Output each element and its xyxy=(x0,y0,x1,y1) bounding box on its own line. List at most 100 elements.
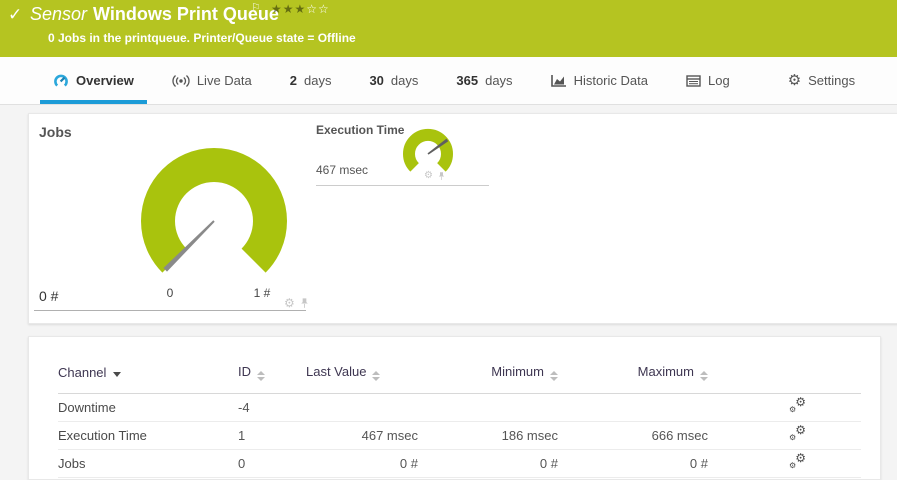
spacer-cell xyxy=(806,450,861,478)
gear-icon: ⚙ xyxy=(789,462,796,470)
tab-prefix: 2 xyxy=(290,73,297,88)
tab-label: Log xyxy=(708,73,730,88)
column-label: Channel xyxy=(58,365,106,380)
sort-icon xyxy=(257,371,265,381)
gear-icon: ⚙ xyxy=(795,452,806,464)
divider xyxy=(34,310,306,311)
gear-icon: ⚙ xyxy=(789,406,796,414)
execution-time-current-value: 467 msec xyxy=(316,163,368,177)
tab-settings[interactable]: ⚙ Settings xyxy=(775,57,868,104)
tab-label: Historic Data xyxy=(574,73,648,88)
channel-settings-gears-icon[interactable]: ⚙ ⚙ xyxy=(788,427,806,442)
column-header-id[interactable]: ID xyxy=(238,351,306,394)
tab-label: Live Data xyxy=(197,73,252,88)
gear-icon: ⚙ xyxy=(795,424,806,436)
area-chart-icon xyxy=(551,74,567,88)
sensor-type-label: Sensor xyxy=(30,4,87,24)
column-header-last-value[interactable]: Last Value xyxy=(306,351,426,394)
tab-log[interactable]: Log xyxy=(673,57,743,104)
tab-historic-data[interactable]: Historic Data xyxy=(538,57,661,104)
channel-settings-cell: ⚙ ⚙ xyxy=(716,394,806,422)
gear-icon[interactable]: ⚙ xyxy=(424,171,433,181)
pin-icon[interactable] xyxy=(437,171,446,181)
tab-prefix: 365 xyxy=(456,73,478,88)
tab-2-days[interactable]: 2 days xyxy=(277,57,345,104)
sensor-header: ✓ SensorWindows Print Queue ⚐ ★★★☆☆ 0 Jo… xyxy=(0,0,897,57)
channel-maximum xyxy=(566,394,716,422)
jobs-gauge-controls: ⚙ xyxy=(284,297,310,309)
tab-overview[interactable]: Overview xyxy=(40,57,147,104)
spacer-cell xyxy=(806,422,861,450)
table-header-row: Channel ID Last Value Minimum Maximum xyxy=(58,351,861,394)
tab-365-days[interactable]: 365 days xyxy=(443,57,525,104)
gear-icon[interactable]: ⚙ xyxy=(284,297,295,309)
jobs-gauge-title: Jobs xyxy=(39,124,72,140)
gear-icon: ⚙ xyxy=(795,396,806,408)
sorted-desc-icon xyxy=(113,372,121,377)
log-list-icon xyxy=(686,75,701,87)
channel-settings-cell: ⚙ ⚙ xyxy=(716,450,806,478)
column-label: Minimum xyxy=(491,364,544,379)
execution-time-gauge-title: Execution Time xyxy=(316,123,404,137)
jobs-gauge-max-label: 1 # xyxy=(248,286,276,300)
jobs-gauge xyxy=(114,121,314,321)
status-ok-check-icon: ✓ xyxy=(8,5,22,25)
tab-label: Overview xyxy=(76,73,134,88)
channel-maximum: 0 # xyxy=(566,450,716,478)
column-header-spacer xyxy=(806,351,861,394)
sensor-title-line: SensorWindows Print Queue xyxy=(30,4,279,25)
tab-bar: Overview Live Data 2 days 30 days 365 da… xyxy=(0,57,897,105)
gauge-icon xyxy=(53,73,69,89)
tab-30-days[interactable]: 30 days xyxy=(356,57,431,104)
channel-id: 1 xyxy=(238,422,306,450)
gear-icon: ⚙ xyxy=(788,73,801,88)
column-header-channel[interactable]: Channel xyxy=(58,351,238,394)
sort-icon xyxy=(700,371,708,381)
channel-maximum: 666 msec xyxy=(566,422,716,450)
channel-minimum xyxy=(426,394,566,422)
flag-icon: ⚐ xyxy=(251,1,261,14)
table-row-jobs[interactable]: Jobs 0 0 # 0 # 0 # ⚙ ⚙ xyxy=(58,450,861,478)
divider xyxy=(316,185,489,186)
channel-name: Jobs xyxy=(58,450,238,478)
tab-prefix: 30 xyxy=(369,73,383,88)
content-area: Jobs 0 1 # 0 # ⚙ Execution Time 467 msec… xyxy=(0,105,897,478)
sensor-status-message: 0 Jobs in the printqueue. Printer/Queue … xyxy=(48,31,356,45)
jobs-current-value: 0 # xyxy=(39,288,58,304)
channel-name: Downtime xyxy=(58,394,238,422)
channel-settings-cell: ⚙ ⚙ xyxy=(716,422,806,450)
column-header-actions xyxy=(716,351,806,394)
column-header-minimum[interactable]: Minimum xyxy=(426,351,566,394)
tab-label: days xyxy=(391,73,418,88)
sort-icon xyxy=(372,371,380,381)
pin-icon[interactable] xyxy=(299,297,310,309)
channel-last-value: 467 msec xyxy=(306,422,426,450)
tab-live-data[interactable]: Live Data xyxy=(159,57,265,104)
channel-name: Execution Time xyxy=(58,422,238,450)
column-label: Last Value xyxy=(306,364,366,379)
column-label: Maximum xyxy=(638,364,694,379)
table-row-downtime[interactable]: Downtime -4 ⚙ ⚙ xyxy=(58,394,861,422)
priority-stars-empty[interactable]: ☆☆ xyxy=(306,2,330,16)
channel-id: 0 xyxy=(238,450,306,478)
priority-stars-filled[interactable]: ★★★ xyxy=(271,2,306,16)
channel-minimum: 0 # xyxy=(426,450,566,478)
table-row-execution-time[interactable]: Execution Time 1 467 msec 186 msec 666 m… xyxy=(58,422,861,450)
column-header-maximum[interactable]: Maximum xyxy=(566,351,716,394)
channels-panel: Channel ID Last Value Minimum Maximum xyxy=(28,336,881,480)
tab-label: Settings xyxy=(808,73,855,88)
gauges-panel: Jobs 0 1 # 0 # ⚙ Execution Time 467 msec… xyxy=(28,113,897,324)
execution-time-gauge-controls: ⚙ xyxy=(424,171,446,181)
channel-last-value: 0 # xyxy=(306,450,426,478)
channel-settings-gears-icon[interactable]: ⚙ ⚙ xyxy=(788,399,806,414)
spacer-cell xyxy=(806,394,861,422)
channel-id: -4 xyxy=(238,394,306,422)
channels-table: Channel ID Last Value Minimum Maximum xyxy=(58,351,861,478)
gear-icon: ⚙ xyxy=(789,434,796,442)
priority-stars[interactable]: ★★★☆☆ xyxy=(271,2,330,16)
channel-settings-gears-icon[interactable]: ⚙ ⚙ xyxy=(788,455,806,470)
jobs-gauge-min-label: 0 xyxy=(156,286,184,300)
live-data-icon xyxy=(172,75,190,87)
channel-last-value xyxy=(306,394,426,422)
sort-icon xyxy=(550,371,558,381)
